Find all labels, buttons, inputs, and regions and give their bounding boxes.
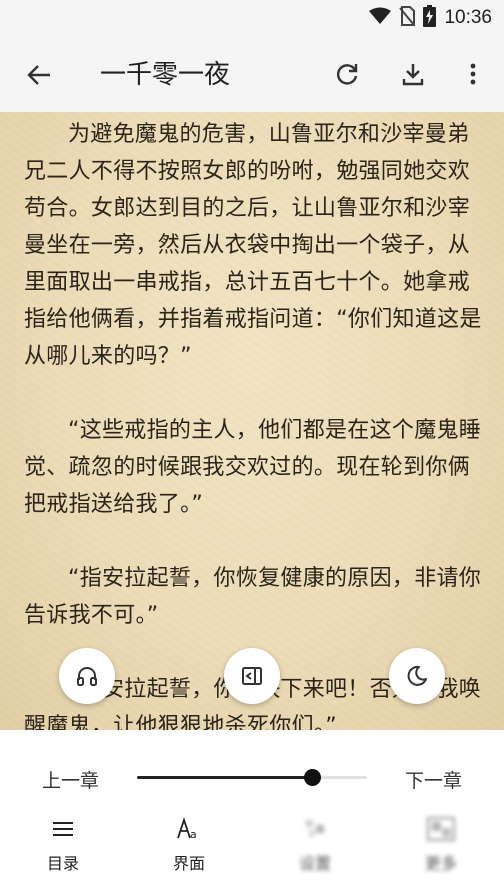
- slider-thumb[interactable]: [303, 769, 321, 786]
- book-title: 一千零一夜: [100, 60, 231, 90]
- tab-label: 目录: [46, 854, 79, 873]
- tab-more[interactable]: 更多: [378, 814, 504, 884]
- more-options-button[interactable]: [455, 56, 491, 92]
- prev-chapter-button[interactable]: 上一章: [42, 766, 99, 793]
- app-bar: 一千零一夜: [0, 36, 504, 112]
- download-icon: [402, 64, 424, 86]
- listen-button[interactable]: [59, 648, 115, 704]
- back-button[interactable]: [22, 58, 56, 92]
- arrow-back-icon: [27, 65, 50, 85]
- download-button[interactable]: [395, 56, 431, 92]
- paragraph: 为避免魔鬼的危害，山鲁亚尔和沙宰曼弟兄二人不得不按照女郎的吩咐，勉强同她交欢苟合…: [24, 122, 482, 369]
- moon-icon: [407, 665, 427, 686]
- no-sim-icon: [399, 6, 416, 30]
- status-time: 10:36: [444, 7, 492, 28]
- more-icon: [426, 814, 456, 844]
- refresh-icon: [336, 64, 358, 85]
- status-icons: 10:36: [369, 5, 492, 31]
- slider-fill: [137, 776, 312, 779]
- next-chapter-button[interactable]: 下一章: [405, 766, 462, 793]
- page-turn-icon: [242, 667, 262, 685]
- status-bar: 10:36: [0, 0, 504, 36]
- headphones-icon: [77, 667, 97, 686]
- tab-catalog[interactable]: 目录: [0, 814, 126, 884]
- autopage-button[interactable]: [224, 648, 280, 704]
- more-vert-icon: [470, 63, 476, 85]
- menu-icon: [52, 814, 74, 844]
- tab-label: 界面: [172, 854, 205, 873]
- tab-settings[interactable]: 设置: [252, 814, 378, 884]
- tab-label: 设置: [298, 854, 331, 873]
- settings-icon: [303, 814, 327, 844]
- battery-charging-icon: [423, 5, 437, 31]
- night-mode-button[interactable]: [389, 648, 445, 704]
- tab-interface[interactable]: a 界面: [126, 814, 252, 884]
- refresh-button[interactable]: [329, 56, 365, 92]
- wifi-icon: [369, 7, 392, 29]
- tab-label: 更多: [424, 854, 457, 873]
- paragraph: “这些戒指的主人，他们都是在这个魔鬼睡觉、疏忽的时候跟我交欢过的。现在轮到你俩把…: [24, 418, 482, 517]
- bottom-control-panel: 上一章 下一章 目录 a 界面 设置 更多: [0, 730, 504, 896]
- chapter-text: 为避免魔鬼的危害，山鲁亚尔和沙宰曼弟兄二人不得不按照女郎的吩咐，勉强同她交欢苟合…: [24, 116, 484, 730]
- paragraph: “指安拉起誓，你恢复健康的原因，非请你告诉我不可。”: [24, 566, 482, 628]
- reading-area[interactable]: 为避免魔鬼的危害，山鲁亚尔和沙宰曼弟兄二人不得不按照女郎的吩咐，勉强同她交欢苟合…: [0, 112, 504, 730]
- bottom-tabs: 目录 a 界面 设置 更多: [0, 814, 504, 884]
- chapter-progress-slider[interactable]: [137, 768, 367, 788]
- svg-text:a: a: [190, 828, 197, 841]
- font-icon: a: [176, 814, 202, 844]
